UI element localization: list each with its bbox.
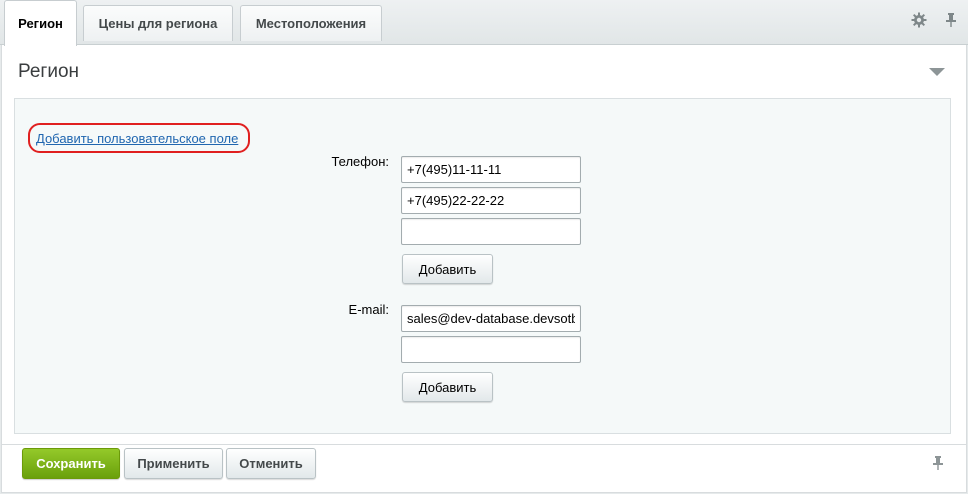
main-panel: Регион Добавить пользовательское поле Те…	[1, 45, 967, 445]
gear-icon[interactable]	[909, 10, 929, 30]
pin-icon[interactable]	[932, 455, 946, 473]
pin-icon[interactable]	[941, 10, 961, 30]
tab-region-prices[interactable]: Цены для региона	[83, 5, 233, 41]
tab-locations[interactable]: Местоположения	[240, 5, 382, 41]
email-input-1[interactable]	[401, 305, 581, 332]
tab-region[interactable]: Регион	[4, 0, 77, 46]
phone-label: Телефон:	[331, 154, 389, 169]
triangle-down-icon[interactable]	[929, 68, 945, 76]
email-label: E-mail:	[348, 302, 389, 317]
apply-button[interactable]: Применить	[124, 448, 223, 479]
save-button[interactable]: Сохранить	[22, 448, 120, 479]
phone-input-3[interactable]	[401, 218, 581, 245]
phone-input-2[interactable]	[401, 187, 581, 214]
email-input-2[interactable]	[401, 336, 581, 363]
phone-input-1[interactable]	[401, 156, 581, 183]
form-area: Добавить пользовательское поле Телефон: …	[14, 98, 951, 434]
add-email-button[interactable]: Добавить	[402, 372, 493, 402]
add-phone-button[interactable]: Добавить	[402, 254, 493, 284]
add-custom-field-link[interactable]: Добавить пользовательское поле	[36, 131, 238, 146]
section-title: Регион	[18, 61, 80, 82]
footer-bar: Сохранить Применить Отменить	[1, 445, 967, 493]
cancel-button[interactable]: Отменить	[226, 448, 316, 479]
tab-bar: Регион Цены для региона Местоположения	[0, 0, 968, 46]
